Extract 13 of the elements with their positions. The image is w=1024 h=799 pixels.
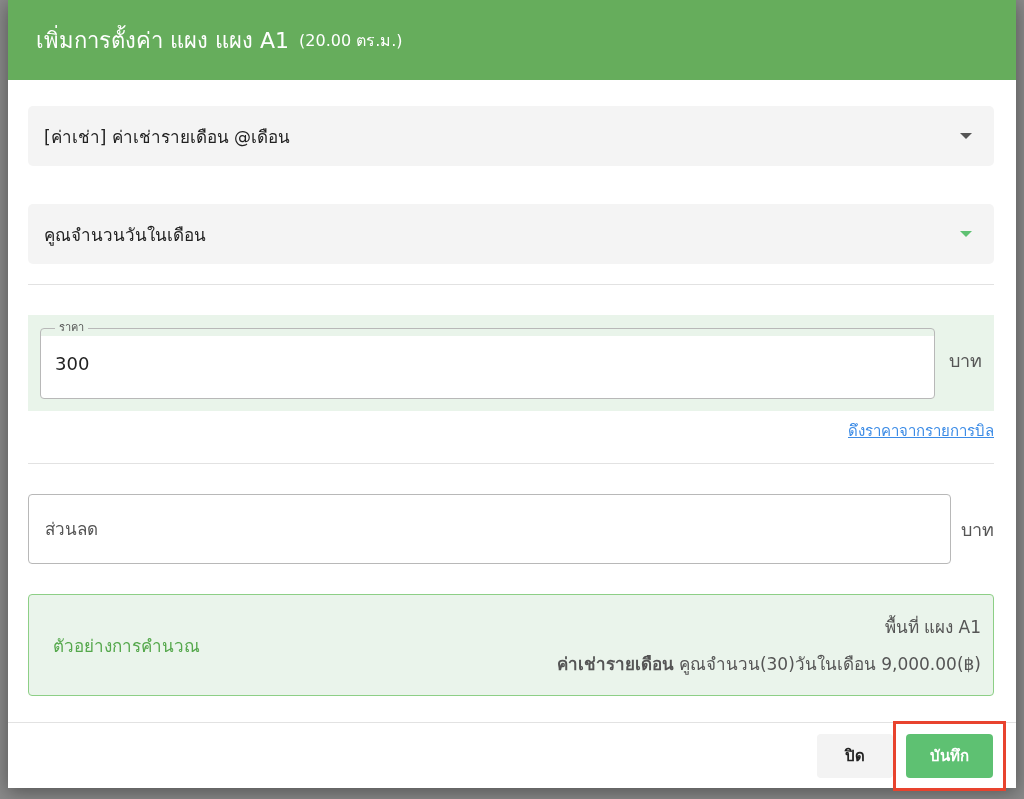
discount-field[interactable]: ส่วนลด	[28, 494, 951, 564]
area-size: (20.00 ตร.ม.)	[299, 29, 403, 52]
price-field[interactable]: ราคา 300	[40, 321, 935, 399]
example-text: ค่าเช่ารายเดือน คูณจำนวน(30)วันในเดือน 9,000.00(฿)	[556, 653, 981, 677]
select-field[interactable]: [ค่าเช่า] ค่าเช่ารายเดือน @เดือน	[28, 106, 994, 166]
example-title: ตัวอย่างการคำนวณ	[53, 634, 200, 658]
example-text: พื้นที่ แผง A1	[884, 614, 981, 639]
fetch-price-link[interactable]: ดึงราคาจากรายการบิล	[848, 419, 994, 443]
close-button[interactable]: ปิด	[817, 733, 893, 778]
dialog-title: เพิ่มการตั้งค่า แผง แผง A1	[36, 24, 290, 55]
currency-unit: บาท	[961, 517, 994, 542]
select-field[interactable]: คูณจำนวนวันในเดือน	[28, 204, 994, 264]
currency-unit: บาท	[949, 348, 982, 373]
